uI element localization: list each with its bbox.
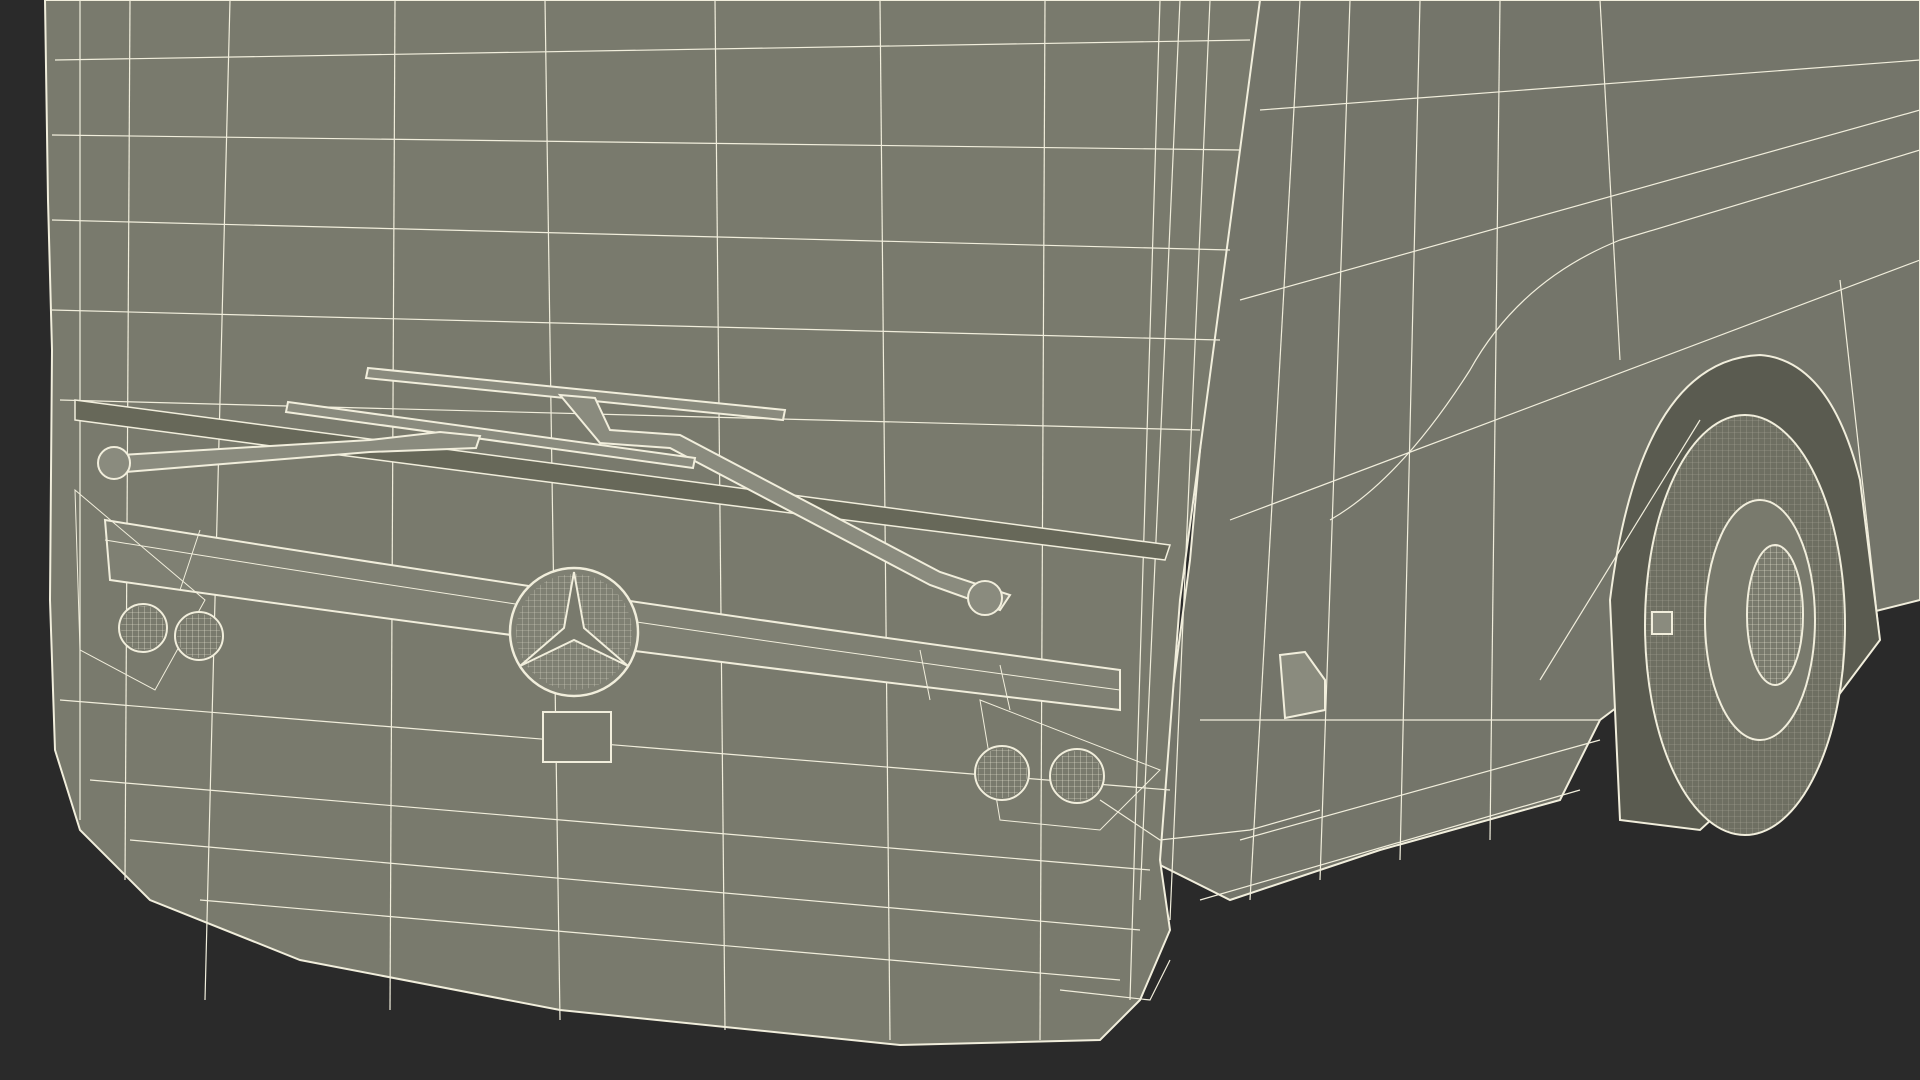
headlight-left-1: [118, 603, 168, 653]
side-reflector: [1651, 611, 1673, 635]
headlight-left-2: [174, 611, 224, 661]
bus-front-panel: [43, 0, 1262, 1047]
bus-wireframe-render: [0, 0, 1920, 1080]
headlight-right-1: [974, 745, 1030, 801]
headlight-right-2: [1049, 748, 1105, 804]
wheel-hub: [1746, 544, 1804, 686]
render-viewport: [0, 0, 1920, 1080]
